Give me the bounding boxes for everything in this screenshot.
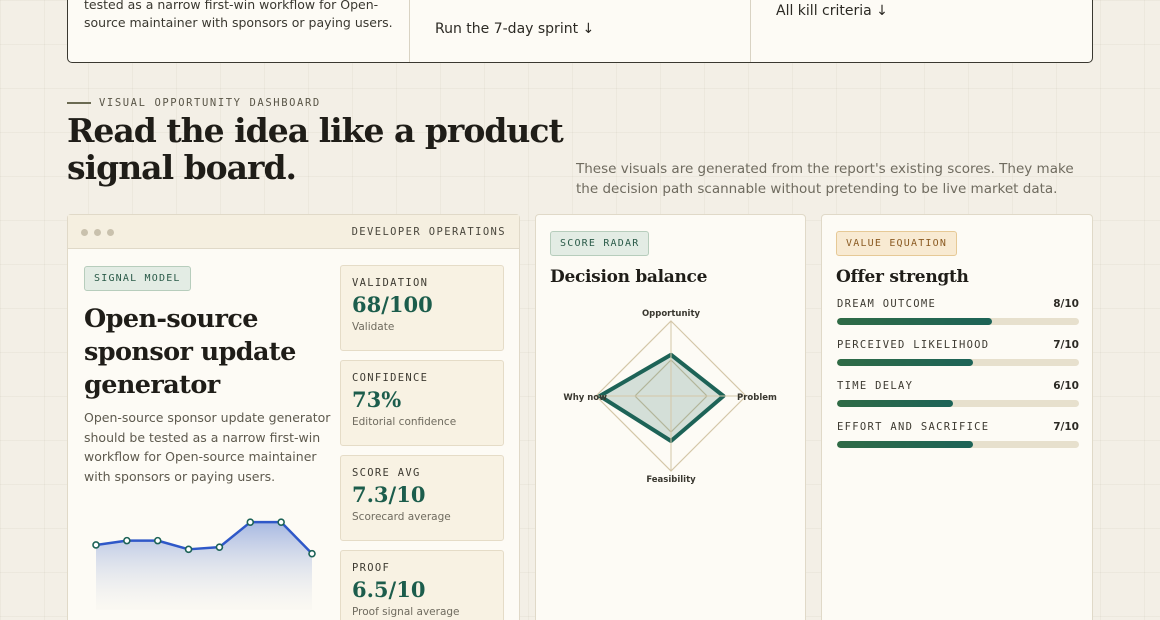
metric-value: 68/100	[352, 292, 433, 317]
bar-track	[837, 318, 1079, 325]
metric-value: 6.5/10	[352, 577, 426, 602]
window-dot-icon	[107, 229, 114, 236]
summary-text: tested as a narrow first-win workflow fo…	[84, 0, 393, 30]
sparkline-point	[308, 549, 316, 558]
bar-label: PERCEIVED LIKELIHOOD	[837, 339, 990, 351]
bar-score: 7/10	[1053, 339, 1079, 351]
bar-score: 6/10	[1053, 380, 1079, 392]
metric-label: SCORE AVG	[352, 467, 421, 479]
window-dots	[81, 229, 114, 236]
bar-label: EFFORT AND SACRIFICE	[837, 421, 990, 433]
sparkline-point	[215, 543, 224, 551]
radar-value-shape	[597, 352, 726, 443]
bar-label: DREAM OUTCOME	[837, 298, 937, 310]
metric-sub: Validate	[352, 321, 395, 333]
score-radar-card: Opportunity Problem Feasibility Why now SCO…	[535, 214, 806, 620]
metric-validation: VALIDATION 68/100 Validate	[340, 265, 504, 351]
sparkline-point	[277, 518, 285, 526]
metric-sub: Proof signal average	[352, 606, 460, 618]
metric-stack: VALIDATION 68/100 Validate CONFIDENCE 73…	[340, 265, 504, 620]
sparkline-point	[92, 541, 100, 549]
radar-axis-label: Why now	[563, 393, 607, 403]
summary-column-kill: All kill criteria ↓	[751, 0, 1092, 62]
bar-track	[837, 359, 1079, 366]
summary-strip: tested as a narrow first-win workflow fo…	[67, 0, 1093, 63]
bar-fill	[837, 441, 973, 448]
bar-effort-sacrifice: EFFORT AND SACRIFICE 7/10	[837, 421, 1079, 462]
radar-axis-label: Opportunity	[642, 309, 701, 319]
sparkline-point	[246, 518, 255, 526]
bar-fill	[837, 359, 973, 366]
metric-sub: Scorecard average	[352, 511, 451, 523]
summary-column-verdict: tested as a narrow first-win workflow fo…	[68, 0, 410, 62]
bar-track	[837, 400, 1079, 407]
section-intro: These visuals are generated from the rep…	[576, 161, 1074, 197]
kill-criteria-link[interactable]: All kill criteria ↓	[776, 3, 888, 19]
run-sprint-link[interactable]: Run the 7-day sprint ↓	[435, 21, 594, 37]
sparkline-point	[123, 536, 131, 545]
bar-score: 8/10	[1053, 298, 1079, 310]
window-dot-icon	[81, 229, 88, 236]
bar-fill	[837, 318, 992, 325]
bar-label: TIME DELAY	[837, 380, 914, 392]
bar-track	[837, 441, 1079, 448]
metric-value: 73%	[352, 387, 402, 412]
bar-perceived-likelihood: PERCEIVED LIKELIHOOD 7/10	[837, 339, 1079, 380]
score-radar-badge: SCORE RADAR	[550, 231, 650, 256]
value-equation-badge: VALUE EQUATION	[836, 231, 958, 256]
radar-chart: Opportunity Problem Feasibility Why now	[563, 309, 777, 485]
radar-title: Decision balance	[550, 267, 708, 287]
window-dot-icon	[94, 229, 101, 236]
offer-bars: DREAM OUTCOME 8/10 PERCEIVED LIKELIHOOD 7/…	[837, 298, 1079, 462]
section-eyebrow: VISUAL OPPORTUNITY DASHBOARD	[67, 97, 321, 109]
sparkline-point	[184, 545, 193, 554]
section-headline: Read the idea like a product signal boar…	[67, 111, 564, 187]
offer-title: Offer strength	[836, 267, 969, 287]
signal-model-card: DEVELOPER OPERATIONS SIGNAL MODEL Open-s…	[67, 214, 520, 620]
metric-proof: PROOF 6.5/10 Proof signal average	[340, 550, 504, 620]
score-sparkline	[92, 518, 316, 610]
bar-dream-outcome: DREAM OUTCOME 8/10	[837, 298, 1079, 339]
metric-sub: Editorial confidence	[352, 416, 457, 428]
eyebrow-rule	[67, 102, 91, 104]
eyebrow-text: VISUAL OPPORTUNITY DASHBOARD	[99, 97, 321, 109]
metric-label: PROOF	[352, 562, 391, 574]
radar-axis-label: Feasibility	[646, 475, 696, 485]
metric-score-avg: SCORE AVG 7.3/10 Scorecard average	[340, 455, 504, 541]
idea-description: Open-source sponsor update generator sho…	[84, 410, 331, 484]
bar-fill	[837, 400, 954, 407]
metric-label: VALIDATION	[352, 277, 429, 289]
metric-label: CONFIDENCE	[352, 372, 429, 384]
category-label: DEVELOPER OPERATIONS	[351, 226, 506, 238]
sparkline-area	[96, 522, 312, 610]
value-equation-card: VALUE EQUATION Offer strength DREAM OUTC…	[821, 214, 1093, 620]
summary-column-sprint: Run the 7-day sprint ↓	[410, 0, 751, 62]
metric-value: 7.3/10	[352, 482, 426, 507]
metric-confidence: CONFIDENCE 73% Editorial confidence	[340, 360, 504, 446]
radar-axis-label: Problem	[737, 393, 777, 403]
card-window-bar: DEVELOPER OPERATIONS	[68, 215, 519, 249]
idea-title: Open-source sponsor update generator	[84, 304, 296, 400]
bar-time-delay: TIME DELAY 6/10	[837, 380, 1079, 421]
signal-model-badge: SIGNAL MODEL	[84, 266, 191, 291]
sparkline-point	[153, 536, 162, 545]
bar-score: 7/10	[1053, 421, 1079, 433]
